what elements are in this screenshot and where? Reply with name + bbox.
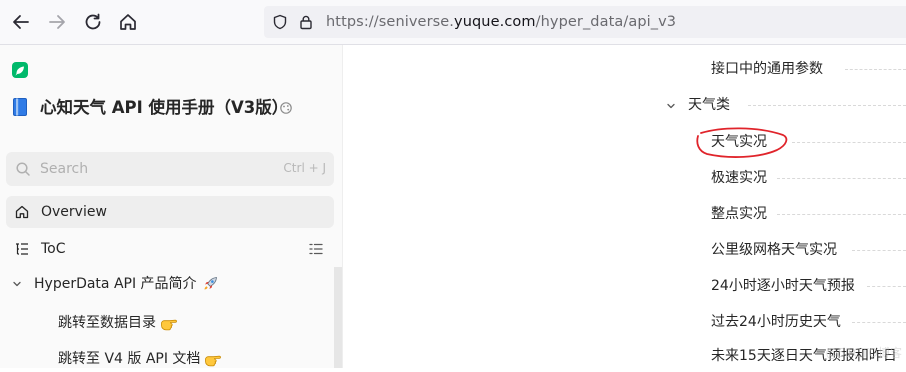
forward-icon[interactable] (44, 9, 70, 35)
url-host: yuque.com (454, 14, 536, 30)
toc-leader-line (748, 105, 906, 106)
pointing-hand-icon (204, 351, 222, 367)
overview-label: Overview (41, 204, 107, 220)
tree-item-label: 跳转至 V4 版 API 文档 (58, 351, 201, 367)
yuque-logo-icon[interactable] (12, 62, 28, 78)
url-bar[interactable]: https://seniverse.yuque.com/hyper_data/a… (264, 6, 906, 38)
chevron-down-icon[interactable] (12, 279, 22, 289)
sidebar: 心知天气 API 使用手册（V3版） Ctrl + J Overview ToC… (0, 45, 343, 368)
toc-leader-line (777, 178, 906, 179)
search-box[interactable]: Ctrl + J (6, 152, 334, 186)
toc-leader-line (792, 142, 906, 143)
overview-home-icon (14, 204, 30, 220)
book-title[interactable]: 心知天气 API 使用手册（V3版） (40, 97, 288, 119)
watermark: @51CTO博客 (825, 346, 902, 360)
document-content-area (343, 45, 618, 368)
toc-leader-line (852, 322, 906, 323)
reload-icon[interactable] (80, 9, 106, 35)
toc-item-common-params[interactable]: 接口中的通用参数 (711, 59, 823, 79)
tree-section-label: HyperData API 产品简介 (34, 274, 219, 294)
toc-label: ToC (41, 241, 66, 257)
toc-item-hourly-now[interactable]: 整点实况 (711, 204, 767, 224)
toc-item-weather-now[interactable]: 天气实况 (711, 132, 767, 152)
tree-item-data-catalog[interactable]: 跳转至数据目录 (58, 312, 178, 336)
back-icon[interactable] (8, 9, 34, 35)
toc-toggle-icon[interactable] (308, 241, 324, 257)
toc-leader-line (845, 69, 906, 70)
url-prefix: https://seniverse. (326, 14, 455, 30)
toc-icon (14, 241, 30, 257)
tree-section-text: HyperData API 产品简介 (34, 276, 197, 292)
sidebar-item-toc[interactable]: ToC (6, 233, 334, 265)
home-icon[interactable] (115, 9, 141, 35)
chevron-down-icon[interactable] (666, 101, 676, 111)
search-shortcut-hint: Ctrl + J (283, 161, 326, 175)
sidebar-item-overview[interactable]: Overview (6, 196, 334, 228)
toc-item-grid-now[interactable]: 公里级网格天气实况 (711, 240, 837, 260)
toc-leader-line (777, 214, 906, 215)
shield-icon[interactable] (272, 14, 288, 30)
url-text[interactable]: https://seniverse.yuque.com/hyper_data/a… (326, 13, 676, 31)
sidebar-scrollbar[interactable] (334, 267, 342, 368)
toc-item-24h-forecast[interactable]: 24小时逐小时天气预报 (711, 276, 855, 296)
toc-leader-line (852, 250, 906, 251)
lock-icon[interactable] (298, 14, 314, 30)
search-icon (15, 161, 31, 177)
pointing-hand-icon (160, 315, 178, 331)
search-input[interactable] (40, 159, 260, 179)
tree-item-label: 跳转至数据目录 (58, 315, 156, 331)
url-path: /hyper_data/api_v3 (535, 14, 677, 30)
toc-item-24h-history[interactable]: 过去24小时历史天气 (711, 312, 841, 332)
toc-leader-line (867, 286, 906, 287)
toc-item-weather-category[interactable]: 天气类 (688, 95, 730, 115)
tree-item-v4-docs[interactable]: 跳转至 V4 版 API 文档 (58, 348, 222, 372)
toc-item-fast-now[interactable]: 极速实况 (711, 168, 767, 188)
book-icon (12, 97, 28, 117)
book-settings-icon[interactable] (279, 101, 293, 115)
browser-toolbar: https://seniverse.yuque.com/hyper_data/a… (0, 0, 906, 45)
rocket-icon (201, 276, 219, 292)
